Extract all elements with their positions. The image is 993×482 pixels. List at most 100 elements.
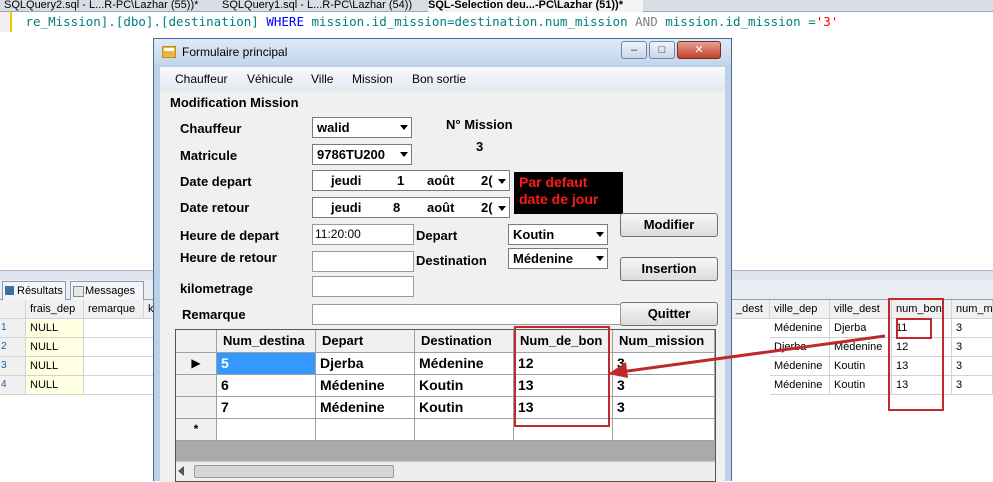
table-cell[interactable]: NULL xyxy=(26,376,84,395)
new-row-cell[interactable] xyxy=(613,419,715,441)
modifier-button[interactable]: Modifier xyxy=(620,213,718,237)
tab-sqlquery2[interactable]: SQLQuery2.sql - L...R-PC\Lazhar (55))* xyxy=(4,0,214,12)
table-cell[interactable]: 7 xyxy=(217,397,316,419)
highlight-box-num-de-bon-column xyxy=(514,326,610,427)
chevron-down-icon xyxy=(498,179,506,184)
table-cell[interactable]: 3 xyxy=(952,319,993,338)
table-cell[interactable]: Médenine xyxy=(316,375,415,397)
table-cell[interactable] xyxy=(84,338,154,357)
label-remarque: Remarque xyxy=(182,307,246,322)
horizontal-scrollbar[interactable] xyxy=(176,461,715,481)
col-header-num-destination[interactable]: Num_destina xyxy=(217,330,316,353)
label-date-retour: Date retour xyxy=(180,200,250,215)
row-header[interactable] xyxy=(176,397,217,419)
maximize-button[interactable]: □ xyxy=(649,41,675,59)
tab-sql-selection[interactable]: SQL-Selection deu...-PC\Lazhar (51))* xyxy=(428,0,643,12)
new-row-cell[interactable] xyxy=(415,419,514,441)
quitter-button[interactable]: Quitter xyxy=(620,302,718,326)
tab-sqlquery1[interactable]: SQLQuery1.sql - L...R-PC\Lazhar (54)) xyxy=(222,0,422,12)
destination-combo-value: Médenine xyxy=(513,251,573,266)
menu-ville[interactable]: Ville xyxy=(311,72,333,86)
new-row-cell[interactable] xyxy=(316,419,415,441)
tab-results-label: Résultats xyxy=(17,285,63,297)
date-depart-day: jeudi xyxy=(331,173,362,188)
table-cell[interactable]: 3 xyxy=(952,338,993,357)
heure-depart-input[interactable]: 11:20:00 xyxy=(312,224,414,245)
annotation-arrow xyxy=(608,334,886,378)
scroll-left-icon[interactable] xyxy=(178,466,184,476)
row-header-new[interactable]: * xyxy=(176,419,217,441)
date-retour-year: 2( xyxy=(481,200,493,215)
table-cell[interactable]: 6 xyxy=(217,375,316,397)
col-header-dest[interactable]: _dest xyxy=(732,300,770,319)
row-header[interactable] xyxy=(176,375,217,397)
menu-chauffeur[interactable]: Chauffeur xyxy=(175,72,227,86)
minimize-button[interactable]: – xyxy=(621,41,647,59)
col-header-remarque[interactable]: remarque xyxy=(84,300,144,319)
table-cell[interactable]: NULL xyxy=(26,357,84,376)
tab-messages[interactable]: Messages xyxy=(70,281,144,300)
window-titlebar[interactable]: Formulaire principal – □ ✕ xyxy=(154,39,731,65)
depart-combo[interactable]: Koutin xyxy=(508,224,608,245)
col-header-ville-dep[interactable]: ville_dep xyxy=(770,300,830,319)
chauffeur-combo-value: walid xyxy=(317,120,350,135)
table-cell[interactable]: 5 xyxy=(217,353,316,375)
table-cell[interactable]: 3 xyxy=(952,376,993,395)
table-cell[interactable]: Médenine xyxy=(316,397,415,419)
heure-retour-input[interactable] xyxy=(312,251,414,272)
menu-bon-sortie[interactable]: Bon sortie xyxy=(412,72,466,86)
query-part-table: re_Mission].[dbo].[destination] xyxy=(18,14,259,29)
date-depart-picker[interactable]: jeudi 1 août 2( xyxy=(312,170,510,191)
chevron-down-icon xyxy=(596,232,604,237)
label-heure-depart: Heure de depart xyxy=(180,228,279,243)
label-kilometrage: kilometrage xyxy=(180,281,253,296)
col-header-depart[interactable]: Depart xyxy=(316,330,415,353)
col-header-num-mission[interactable]: num_mi xyxy=(952,300,993,319)
query-editor[interactable]: re_Mission].[dbo].[destination] WHERE mi… xyxy=(0,12,993,32)
table-cell[interactable] xyxy=(84,376,154,395)
grid-corner xyxy=(176,330,217,353)
window-title: Formulaire principal xyxy=(182,45,288,59)
date-retour-day: jeudi xyxy=(331,200,362,215)
close-button[interactable]: ✕ xyxy=(677,41,721,59)
chauffeur-combo[interactable]: walid xyxy=(312,117,412,138)
date-retour-picker[interactable]: jeudi 8 août 2( xyxy=(312,197,510,218)
label-num-mission: N° Mission xyxy=(446,117,513,132)
table-cell[interactable]: Koutin xyxy=(415,397,514,419)
note-line-2: date de jour xyxy=(519,191,599,207)
menu-mission[interactable]: Mission xyxy=(352,72,393,86)
menu-vehicule[interactable]: Véhicule xyxy=(247,72,293,86)
form-window: Formulaire principal – □ ✕ Chauffeur Véh… xyxy=(153,38,732,482)
table-cell[interactable]: Koutin xyxy=(415,375,514,397)
new-row-cell[interactable] xyxy=(217,419,316,441)
col-header-ville-dest[interactable]: ville_dest xyxy=(830,300,892,319)
scrollbar-thumb[interactable] xyxy=(194,465,394,478)
destination-combo[interactable]: Médenine xyxy=(508,248,608,269)
table-cell[interactable]: NULL xyxy=(26,319,84,338)
table-cell[interactable] xyxy=(84,319,154,338)
matricule-combo[interactable]: 9786TU200 xyxy=(312,144,412,165)
note-line-1: Par defaut xyxy=(519,174,588,190)
col-header-frais-dep[interactable]: frais_dep xyxy=(26,300,84,319)
tab-results[interactable]: Résultats xyxy=(2,281,66,300)
chevron-down-icon xyxy=(596,256,604,261)
table-cell[interactable]: 3 xyxy=(952,357,993,376)
row-number[interactable]: 1 xyxy=(0,319,26,338)
table-cell[interactable]: Médenine xyxy=(415,353,514,375)
table-cell[interactable]: NULL xyxy=(26,338,84,357)
col-header-destination[interactable]: Destination xyxy=(415,330,514,353)
row-number[interactable]: 2 xyxy=(0,338,26,357)
label-destination: Destination xyxy=(416,253,487,268)
row-number[interactable]: 4 xyxy=(0,376,26,395)
document-tab-bar: SQLQuery2.sql - L...R-PC\Lazhar (55))* S… xyxy=(0,0,993,12)
table-cell[interactable] xyxy=(84,357,154,376)
kilometrage-input[interactable] xyxy=(312,276,414,297)
remarque-input[interactable] xyxy=(312,304,621,325)
menu-bar: Chauffeur Véhicule Ville Mission Bon sor… xyxy=(160,67,725,91)
row-number[interactable]: 3 xyxy=(0,357,26,376)
table-cell[interactable]: 3 xyxy=(613,397,715,419)
section-title: Modification Mission xyxy=(170,95,299,110)
insertion-button[interactable]: Insertion xyxy=(620,257,718,281)
row-header-current[interactable]: ▶ xyxy=(176,353,217,375)
table-cell[interactable]: Djerba xyxy=(316,353,415,375)
